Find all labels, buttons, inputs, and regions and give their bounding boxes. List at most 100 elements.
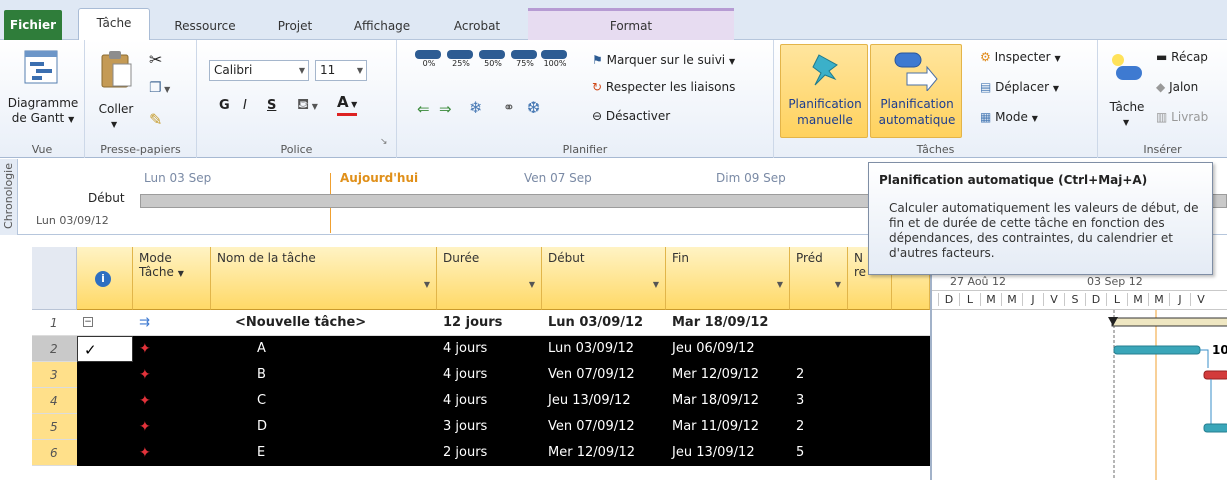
inspect-button[interactable]: ⚙ Inspecter ▼	[980, 50, 1061, 64]
header-start[interactable]: Début ▼	[542, 247, 666, 310]
start-cell[interactable]: Ven 07/09/12	[542, 414, 666, 440]
task-name-cell[interactable]: <Nouvelle tâche>	[211, 310, 437, 336]
mode-cell[interactable]: ✦	[133, 440, 211, 466]
table-row[interactable]: ⇉ <Nouvelle tâche> − 12 jours Lun 03/09/12 Ma…	[77, 310, 930, 336]
tab-tache[interactable]: Tâche	[78, 8, 150, 41]
deactivate-button[interactable]: ⊖ Désactiver	[592, 109, 670, 123]
indicator-cell[interactable]	[77, 414, 133, 440]
summary-button[interactable]: ▬ Récap	[1156, 50, 1208, 64]
header-finish[interactable]: Fin ▼	[666, 247, 790, 310]
row-number[interactable]: 1	[32, 310, 77, 336]
bold-button[interactable]: G	[219, 98, 230, 113]
indent-icon[interactable]: ⇒	[439, 100, 452, 118]
predecessors-cell[interactable]: 2	[790, 362, 848, 388]
finish-cell[interactable]: Jeu 06/09/12	[666, 336, 790, 362]
indicator-cell[interactable]	[77, 362, 133, 388]
percent-25-button[interactable]: 25%	[447, 50, 475, 80]
finish-cell[interactable]: Mar 11/09/12	[666, 414, 790, 440]
tab-format[interactable]: Format	[528, 8, 734, 40]
row-number[interactable]: 4	[32, 388, 77, 414]
row-number[interactable]: 6	[32, 440, 77, 466]
collapse-icon[interactable]: −	[83, 317, 93, 327]
finish-cell[interactable]: Mer 12/09/12	[666, 362, 790, 388]
row-number[interactable]: 5	[32, 414, 77, 440]
tab-fichier[interactable]: Fichier	[4, 10, 62, 40]
mode-cell[interactable]: ✦	[133, 336, 211, 362]
move-button[interactable]: ▤ Déplacer ▼	[980, 80, 1059, 94]
percent-100-button[interactable]: 100%	[541, 50, 569, 80]
mode-cell[interactable]: ✦	[133, 414, 211, 440]
mode-cell[interactable]: ✦	[133, 388, 211, 414]
select-all-corner[interactable]	[32, 247, 77, 310]
percent-75-button[interactable]: 75%	[511, 50, 539, 80]
start-cell[interactable]: Lun 03/09/12	[542, 310, 666, 336]
font-name-select[interactable]: Calibri ▼	[209, 60, 309, 81]
paste-button[interactable]: Coller ▼	[95, 46, 137, 138]
duration-cell[interactable]: 2 jours	[437, 440, 542, 466]
table-row[interactable]: ✓ ✦ A 4 jours Lun 03/09/12 Jeu 06/09/12	[77, 336, 930, 362]
task-name-cell[interactable]: E	[211, 440, 437, 466]
predecessors-cell[interactable]	[790, 336, 848, 362]
underline-button[interactable]: S	[267, 98, 276, 113]
outdent-icon[interactable]: ⇐	[417, 100, 430, 118]
header-duration[interactable]: Durée ▼	[437, 247, 542, 310]
finish-cell[interactable]: Mar 18/09/12	[666, 310, 790, 336]
task-name-cell[interactable]: D	[211, 414, 437, 440]
font-size-select[interactable]: 11 ▼	[315, 60, 367, 81]
duration-cell[interactable]: 3 jours	[437, 414, 542, 440]
tab-affichage[interactable]: Affichage	[340, 12, 424, 40]
row-number[interactable]: 2	[32, 336, 77, 362]
start-cell[interactable]: Jeu 13/09/12	[542, 388, 666, 414]
highlight-color-button[interactable]: ⛾ ▼	[297, 95, 318, 115]
italic-button[interactable]: I	[243, 98, 247, 113]
tab-projet[interactable]: Projet	[260, 12, 330, 40]
font-color-button[interactable]: A ▼	[337, 94, 358, 116]
indicator-cell[interactable]	[77, 440, 133, 466]
task-name-cell[interactable]: A	[211, 336, 437, 362]
predecessors-cell[interactable]: 3	[790, 388, 848, 414]
percent-0-button[interactable]: 0%	[415, 50, 443, 80]
start-cell[interactable]: Lun 03/09/12	[542, 336, 666, 362]
respect-links-button[interactable]: ↻ Respecter les liaisons	[592, 80, 735, 94]
mode-button[interactable]: ▦ Mode ▼	[980, 110, 1038, 124]
tab-ressource[interactable]: Ressource	[160, 12, 250, 40]
scissors-icon[interactable]: ✂	[149, 50, 162, 69]
start-cell[interactable]: Mer 12/09/12	[542, 440, 666, 466]
predecessors-cell[interactable]: 5	[790, 440, 848, 466]
predecessors-cell[interactable]	[790, 310, 848, 336]
link-tasks-icon[interactable]: ⚭	[503, 100, 515, 116]
deliverable-button[interactable]: ▥ Livrab	[1156, 110, 1208, 124]
auto-schedule-button[interactable]: Planification automatique	[870, 44, 962, 138]
finish-cell[interactable]: Jeu 13/09/12	[666, 440, 790, 466]
tab-acrobat[interactable]: Acrobat	[436, 12, 518, 40]
table-row[interactable]: ✦ B 4 jours Ven 07/09/12 Mer 12/09/12 2	[77, 362, 930, 388]
mark-on-track-button[interactable]: ⚑ Marquer sur le suivi ▼	[592, 53, 735, 67]
mode-cell[interactable]: ⇉	[133, 310, 211, 336]
task-name-cell[interactable]: B	[211, 362, 437, 388]
percent-50-button[interactable]: 50%	[479, 50, 507, 80]
table-row[interactable]: ✦ D 3 jours Ven 07/09/12 Mar 11/09/12 2	[77, 414, 930, 440]
milestone-button[interactable]: ◆ Jalon	[1156, 80, 1198, 94]
header-predecessors[interactable]: Préd ▼	[790, 247, 848, 310]
duration-cell[interactable]: 4 jours	[437, 388, 542, 414]
unlink-tasks-icon[interactable]: ❆	[527, 98, 540, 117]
predecessors-cell[interactable]: 2	[790, 414, 848, 440]
table-row[interactable]: ✦ E 2 jours Mer 12/09/12 Jeu 13/09/12 5	[77, 440, 930, 466]
duration-cell[interactable]: 12 jours	[437, 310, 542, 336]
gantt-chart-button[interactable]: Diagramme de Gantt ▼	[4, 42, 84, 140]
indicator-cell[interactable]: ✓	[77, 336, 133, 362]
row-number[interactable]: 3	[32, 362, 77, 388]
finish-cell[interactable]: Mar 18/09/12	[666, 388, 790, 414]
timeline-side-tab[interactable]: Chronologie	[0, 159, 18, 235]
table-row[interactable]: ✦ C 4 jours Jeu 13/09/12 Mar 18/09/12 3	[77, 388, 930, 414]
start-cell[interactable]: Ven 07/09/12	[542, 362, 666, 388]
duration-cell[interactable]: 4 jours	[437, 362, 542, 388]
insert-task-button[interactable]: Tâche ▼	[1104, 46, 1150, 138]
header-indicators[interactable]: i	[77, 247, 133, 310]
task-name-cell[interactable]: C	[211, 388, 437, 414]
copy-icon[interactable]: ❐ ▼	[149, 80, 170, 96]
header-task-name[interactable]: Nom de la tâche ▼	[211, 247, 437, 310]
header-mode-tache[interactable]: Mode Tâche ▼	[133, 247, 211, 310]
manual-schedule-button[interactable]: Planification manuelle	[780, 44, 868, 138]
indicator-cell[interactable]	[77, 388, 133, 414]
